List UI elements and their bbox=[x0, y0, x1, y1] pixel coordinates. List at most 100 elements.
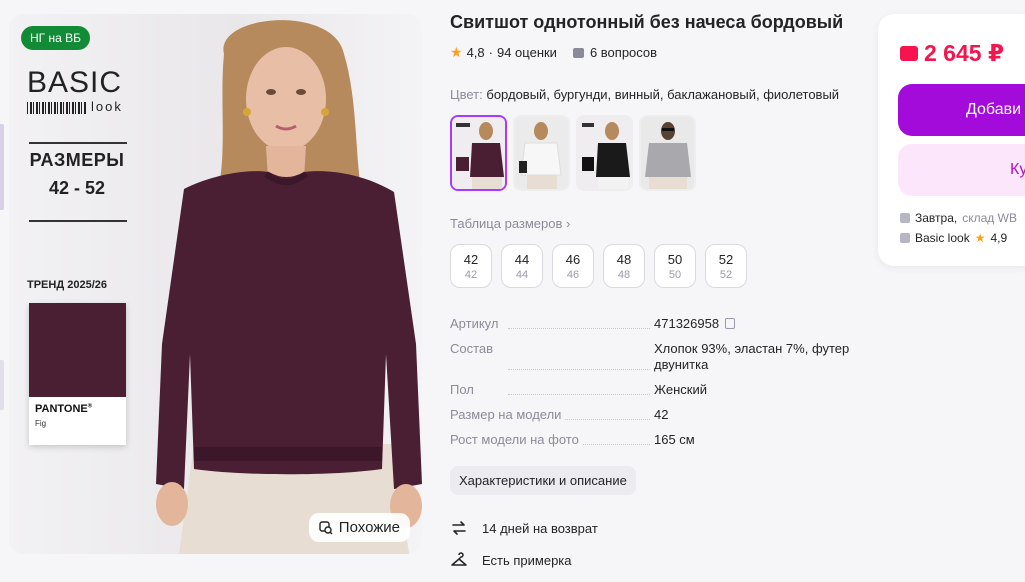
similar-label: Похожие bbox=[338, 519, 400, 536]
questions-link[interactable]: 6 вопросов bbox=[590, 45, 657, 60]
color-variant-grey[interactable] bbox=[639, 115, 696, 191]
barcode-graphic bbox=[27, 101, 87, 114]
thumbnail-strip-edge[interactable] bbox=[0, 14, 6, 554]
return-arrows-icon bbox=[452, 521, 466, 535]
size-selector: 42 42 44 44 46 46 48 48 50 50 52 52 bbox=[450, 244, 747, 288]
add-to-cart-button[interactable]: Добави bbox=[898, 84, 1025, 136]
characteristics-button[interactable]: Характеристики и описание bbox=[450, 466, 636, 495]
product-title: Свитшот однотонный без начеса бордовый bbox=[450, 12, 844, 32]
divider bbox=[29, 220, 127, 222]
sizes-title: РАЗМЕРЫ bbox=[29, 150, 125, 170]
delivery-date: Завтра, bbox=[915, 211, 958, 225]
size-sublabel: 50 bbox=[668, 269, 682, 281]
trend-label: ТРЕНД 2025/26 bbox=[27, 279, 107, 291]
seller-info[interactable]: Basic look ★ 4,9 bbox=[900, 231, 1007, 245]
pantone-card: PANTONE® Fig bbox=[29, 303, 126, 445]
shop-icon bbox=[900, 233, 910, 243]
size-label: 48 bbox=[616, 252, 632, 267]
copy-icon[interactable] bbox=[725, 318, 736, 329]
color-variants bbox=[450, 115, 696, 191]
size-option[interactable]: 42 42 bbox=[450, 244, 492, 288]
reviews-link[interactable]: 94 оценки bbox=[497, 45, 557, 60]
hanger-icon bbox=[451, 552, 467, 566]
spec-key: Размер на модели bbox=[450, 407, 654, 423]
buy-now-button[interactable]: Купи bbox=[898, 144, 1025, 196]
spec-row: Пол Женский bbox=[450, 382, 860, 398]
rating-row: ★ 4,8 · 94 оценки 6 вопросов bbox=[450, 44, 657, 61]
pantone-color-name: Fig bbox=[35, 419, 47, 428]
feature-return: 14 дней на возврат bbox=[450, 519, 598, 537]
similar-icon bbox=[319, 520, 333, 534]
promo-badge: НГ на ВБ bbox=[21, 26, 91, 50]
price: 2 645 ₽ bbox=[900, 40, 1004, 67]
chevron-right-icon: › bbox=[566, 216, 571, 231]
buy-card: 2 645 ₽ Добави Купи Завтра, склад WB Bas… bbox=[878, 14, 1025, 266]
product-specs: Артикул 471326958 Состав Хлопок 93%, эла… bbox=[450, 316, 860, 457]
size-option[interactable]: 44 44 bbox=[501, 244, 543, 288]
color-variant-burgundy[interactable] bbox=[450, 115, 507, 191]
divider bbox=[29, 142, 127, 144]
spec-key: Состав bbox=[450, 341, 654, 373]
pantone-name: PANTONE® bbox=[35, 403, 93, 415]
size-sublabel: 44 bbox=[515, 269, 529, 281]
feature-label: Есть примерка bbox=[482, 552, 572, 568]
variant-thumbnail bbox=[641, 117, 694, 189]
variant-thumbnail bbox=[515, 117, 568, 189]
price-value: 2 645 ₽ bbox=[924, 40, 1004, 66]
delivery-info: Завтра, склад WB bbox=[900, 211, 1017, 225]
size-sublabel: 52 bbox=[719, 269, 733, 281]
color-value: бордовый, бургунди, винный, баклажановый… bbox=[486, 87, 840, 102]
spec-key: Пол bbox=[450, 382, 654, 398]
size-option[interactable]: 48 48 bbox=[603, 244, 645, 288]
variant-thumbnail bbox=[452, 117, 505, 189]
size-option[interactable]: 46 46 bbox=[552, 244, 594, 288]
box-icon bbox=[900, 213, 910, 223]
thumbnail-edge-active[interactable] bbox=[0, 124, 4, 210]
pantone-swatch bbox=[29, 303, 126, 397]
spec-value: 471326958 bbox=[654, 316, 854, 332]
model-photo bbox=[156, 20, 422, 554]
size-option[interactable]: 52 52 bbox=[705, 244, 747, 288]
question-icon bbox=[572, 47, 584, 58]
spec-key: Рост модели на фото bbox=[450, 432, 654, 448]
brand-logo-text: BASIC bbox=[27, 66, 123, 99]
similar-button[interactable]: Похожие bbox=[308, 513, 410, 542]
spec-row: Размер на модели 42 bbox=[450, 407, 860, 423]
star-icon: ★ bbox=[974, 231, 986, 245]
size-label: 42 bbox=[463, 252, 479, 267]
spec-value: 165 см bbox=[654, 432, 695, 447]
spec-value: Хлопок 93%, эластан 7%, футер двунитка bbox=[654, 341, 850, 372]
size-label: 52 bbox=[718, 252, 734, 267]
color-variant-white[interactable] bbox=[513, 115, 570, 191]
spec-row: Артикул 471326958 bbox=[450, 316, 860, 332]
delivery-warehouse: склад WB bbox=[962, 211, 1017, 225]
variant-thumbnail bbox=[578, 117, 631, 189]
thumbnail-edge[interactable] bbox=[0, 360, 4, 410]
size-sublabel: 48 bbox=[617, 269, 631, 281]
spec-value: Женский bbox=[654, 382, 707, 397]
brand-logo: BASIC look bbox=[27, 68, 127, 116]
sizes-range: 42 - 52 bbox=[48, 178, 106, 198]
spec-row: Состав Хлопок 93%, эластан 7%, футер дву… bbox=[450, 341, 860, 373]
seller-name: Basic look bbox=[915, 231, 970, 245]
spec-key: Артикул bbox=[450, 316, 654, 332]
size-label: 46 bbox=[565, 252, 581, 267]
size-table-link[interactable]: Таблица размеров › bbox=[450, 216, 570, 231]
star-icon: ★ bbox=[450, 44, 463, 60]
product-gallery[interactable]: НГ на ВБ BASIC look РАЗМЕРЫ 42 - 52 ТРЕН… bbox=[9, 14, 422, 554]
article-number: 471326958 bbox=[654, 316, 720, 331]
spec-row: Рост модели на фото 165 см bbox=[450, 432, 860, 448]
color-label: Цвет: bbox=[450, 87, 483, 102]
feature-label: 14 дней на возврат bbox=[482, 520, 598, 536]
spec-value: 42 bbox=[654, 407, 669, 422]
size-option[interactable]: 50 50 bbox=[654, 244, 696, 288]
wallet-icon bbox=[900, 46, 918, 61]
color-variant-black[interactable] bbox=[576, 115, 633, 191]
size-label: 44 bbox=[514, 252, 530, 267]
feature-fitting: Есть примерка bbox=[450, 551, 572, 569]
size-label: 50 bbox=[667, 252, 683, 267]
seller-rating: 4,9 bbox=[990, 231, 1008, 245]
rating-value: 4,8 bbox=[466, 45, 485, 60]
rating-separator: · bbox=[488, 45, 493, 60]
brand-logo-subtext: look bbox=[91, 99, 123, 115]
